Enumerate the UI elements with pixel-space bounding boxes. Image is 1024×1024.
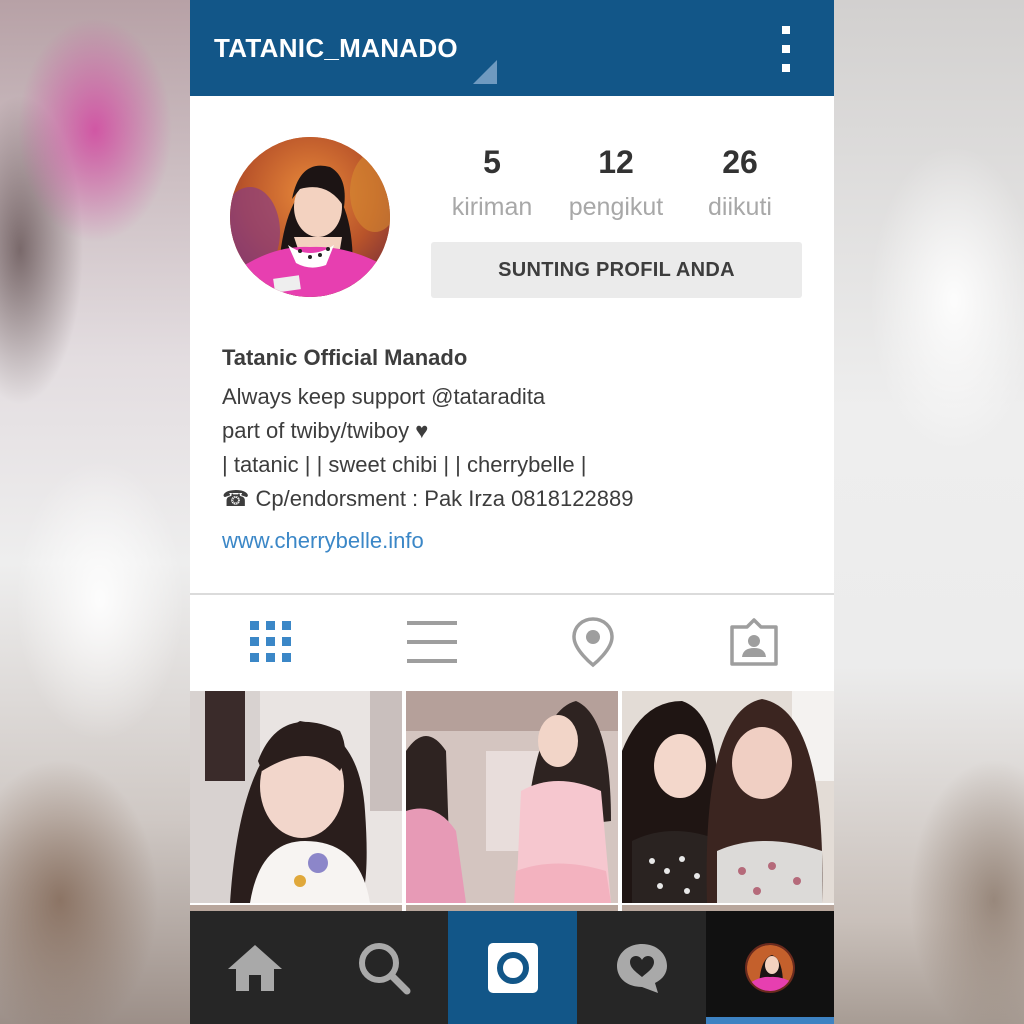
- tab-tagged-photos[interactable]: [673, 595, 834, 689]
- bio-line: | tatanic | | sweet chibi | | cherrybell…: [222, 452, 587, 477]
- nav-home[interactable]: [190, 911, 319, 1024]
- stat-posts-count: 5: [483, 144, 501, 180]
- stat-posts[interactable]: 5 kiriman: [430, 142, 554, 222]
- website-link[interactable]: www.cherrybelle.info: [222, 524, 812, 558]
- list-icon: [406, 621, 457, 663]
- grid-icon: [249, 621, 291, 662]
- stat-following-label: diikuti: [708, 193, 772, 221]
- photo-thumbnail[interactable]: [622, 691, 834, 903]
- search-icon: [358, 942, 410, 994]
- camera-icon: [487, 942, 538, 993]
- profile-avatar-small: [745, 942, 795, 993]
- tagged-photos-icon: [729, 618, 778, 666]
- view-mode-tabs: [190, 595, 834, 689]
- bio-line: ☎ Cp/endorsment : Pak Irza 0818122889: [222, 486, 634, 511]
- nav-activity[interactable]: [577, 911, 706, 1024]
- photo-thumbnail[interactable]: [406, 691, 618, 903]
- activity-heart-icon: [616, 943, 667, 993]
- nav-search[interactable]: [319, 911, 448, 1024]
- top-app-bar: TATANIC_MANADO: [190, 0, 834, 96]
- full-name: Tatanic Official Manado: [222, 345, 468, 370]
- blurred-background-right: [834, 0, 1024, 1024]
- stat-followers-count: 12: [598, 144, 634, 180]
- account-switch-indicator-icon[interactable]: [473, 60, 497, 84]
- bio-line: part of twiby/twiboy ♥: [222, 418, 429, 443]
- stat-posts-label: kiriman: [451, 193, 533, 221]
- location-pin-icon: [571, 617, 614, 668]
- profile-avatar[interactable]: [230, 137, 390, 297]
- tab-photo-map[interactable]: [512, 595, 673, 689]
- stat-followers[interactable]: 12 pengikut: [554, 142, 678, 222]
- profile-stats: 5 kiriman 12 pengikut 26 diikuti: [430, 142, 802, 232]
- photo-thumbnail[interactable]: [190, 691, 402, 903]
- overflow-menu-icon[interactable]: [776, 26, 796, 72]
- nav-camera[interactable]: [448, 911, 577, 1024]
- nav-profile[interactable]: [706, 911, 834, 1024]
- bio-line: Always keep support @tataradita: [222, 384, 546, 409]
- active-tab-indicator: [706, 1017, 834, 1024]
- edit-profile-button[interactable]: SUNTING PROFIL ANDA: [431, 242, 802, 298]
- profile-bio: Tatanic Official Manado Always keep supp…: [222, 344, 812, 558]
- profile-screen: TATANIC_MANADO 5 kiriman 12 pengikut 26 …: [190, 0, 834, 1024]
- stat-following-count: 26: [722, 144, 758, 180]
- username-title[interactable]: TATANIC_MANADO: [214, 33, 458, 64]
- tab-list[interactable]: [351, 595, 512, 689]
- blurred-background-left: [0, 0, 190, 1024]
- bottom-navigation-bar: [190, 911, 834, 1024]
- stat-following[interactable]: 26 diikuti: [678, 142, 802, 222]
- tab-grid[interactable]: [190, 595, 351, 689]
- stat-followers-label: pengikut: [568, 193, 664, 221]
- home-icon: [227, 944, 282, 991]
